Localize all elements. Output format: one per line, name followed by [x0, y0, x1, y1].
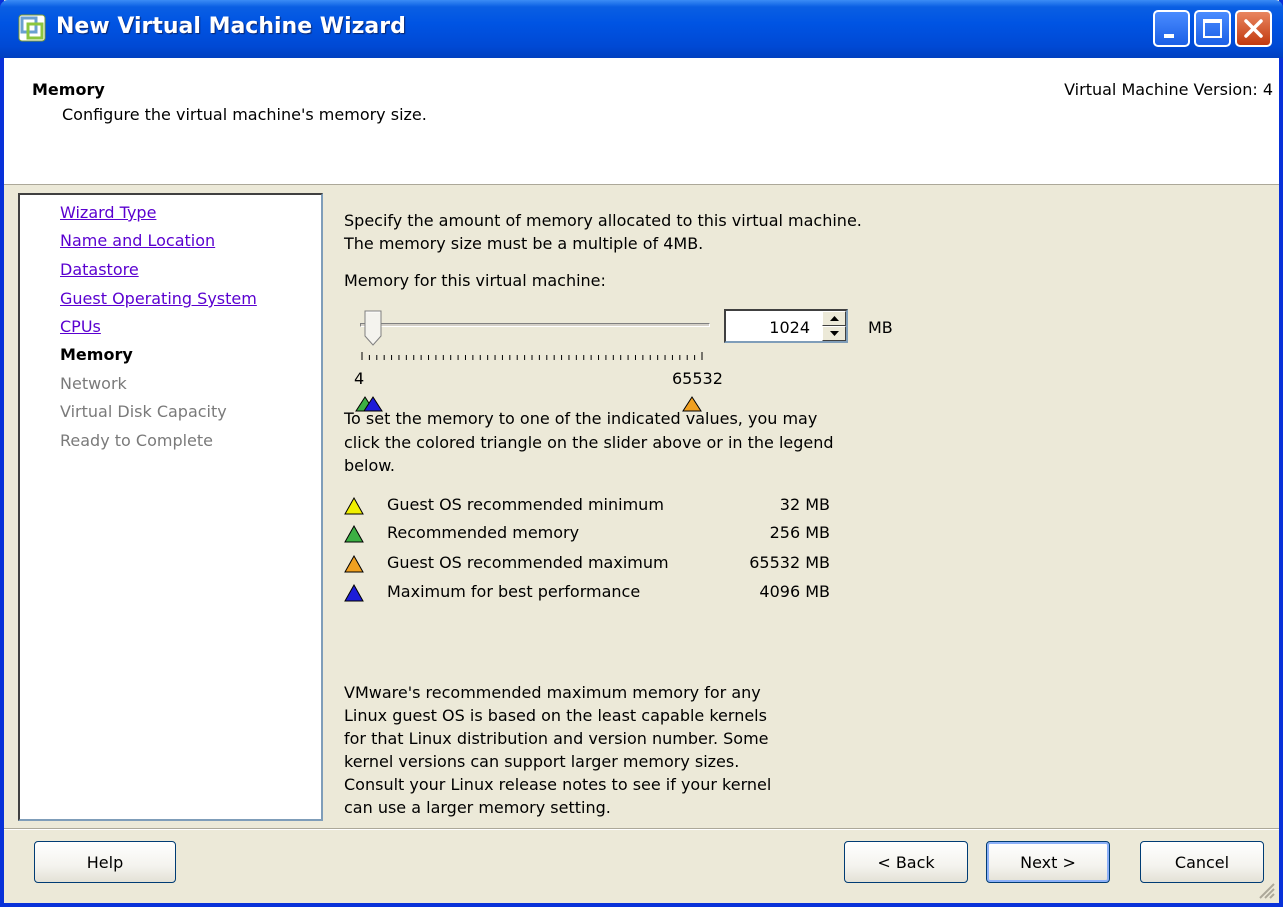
memory-size-spinbox[interactable]: 1024: [724, 309, 848, 343]
footer-separator: [4, 828, 1279, 830]
spin-down-button[interactable]: [822, 326, 846, 341]
close-icon: [1244, 19, 1263, 38]
spin-up-icon: [830, 316, 839, 321]
legend-row-recommended: Recommended memory 256 MB: [344, 523, 844, 547]
next-button[interactable]: Next >: [986, 841, 1110, 883]
window-title: New Virtual Machine Wizard: [56, 14, 406, 39]
back-button[interactable]: < Back: [844, 841, 968, 883]
note-line: Consult your Linux release notes to see …: [344, 775, 772, 794]
memory-unit-label: MB: [868, 318, 893, 337]
green-triangle-icon[interactable]: [344, 525, 364, 543]
legend-label: Guest OS recommended maximum: [387, 553, 669, 572]
note-line: VMware's recommended maximum memory for …: [344, 683, 761, 702]
step-datastore[interactable]: Datastore: [60, 260, 139, 279]
orange-triangle-icon[interactable]: [344, 555, 364, 573]
spin-up-button[interactable]: [822, 311, 846, 326]
note-line: can use a larger memory setting.: [344, 798, 611, 817]
step-network: Network: [60, 374, 127, 393]
legend-row-guest-os-max: Guest OS recommended maximum 65532 MB: [344, 553, 844, 577]
minimize-button[interactable]: [1153, 10, 1190, 47]
minimize-icon: [1164, 34, 1174, 38]
memory-slider-thumb[interactable]: [364, 310, 382, 346]
step-wizard-type[interactable]: Wizard Type: [60, 203, 156, 222]
slider-ticks: [361, 352, 703, 360]
step-virtual-disk-capacity: Virtual Disk Capacity: [60, 402, 227, 421]
hint-text-line1: To set the memory to one of the indicate…: [344, 409, 818, 428]
maximize-icon: [1203, 19, 1222, 38]
legend-value: 256 MB: [769, 523, 830, 542]
memory-size-input[interactable]: 1024: [769, 318, 810, 337]
spin-down-icon: [830, 331, 839, 336]
blue-triangle-icon[interactable]: [344, 584, 364, 602]
slider-min-label: 4: [354, 369, 365, 388]
hint-text-line2: click the colored triangle on the slider…: [344, 433, 834, 452]
page-title: Memory: [32, 80, 105, 99]
intro-text-line1: Specify the amount of memory allocated t…: [344, 211, 862, 230]
page-subtitle: Configure the virtual machine's memory s…: [62, 105, 427, 124]
cancel-button[interactable]: Cancel: [1140, 841, 1264, 883]
legend-label: Recommended memory: [387, 523, 580, 542]
legend-value: 4096 MB: [759, 582, 830, 601]
title-bar[interactable]: New Virtual Machine Wizard: [0, 0, 1283, 58]
step-name-and-location[interactable]: Name and Location: [60, 231, 215, 250]
resize-grip-icon[interactable]: [1255, 879, 1275, 899]
step-guest-operating-system[interactable]: Guest Operating System: [60, 289, 257, 308]
legend-row-guest-os-min: Guest OS recommended minimum 32 MB: [344, 495, 844, 519]
note-line: for that Linux distribution and version …: [344, 729, 769, 748]
close-button[interactable]: [1235, 10, 1272, 47]
slider-max-label: 65532: [672, 369, 723, 388]
step-cpus[interactable]: CPUs: [60, 317, 101, 336]
legend-value: 32 MB: [779, 495, 830, 514]
step-memory: Memory: [60, 345, 133, 364]
memory-slider-track[interactable]: [360, 323, 710, 327]
vmware-app-icon: [18, 14, 46, 42]
legend-label: Guest OS recommended minimum: [387, 495, 664, 514]
note-line: kernel versions can support larger memor…: [344, 752, 740, 771]
legend-row-max-best-performance: Maximum for best performance 4096 MB: [344, 582, 844, 606]
wizard-header: Memory Configure the virtual machine's m…: [4, 58, 1279, 185]
memory-label: Memory for this virtual machine:: [344, 271, 606, 290]
note-line: Linux guest OS is based on the least cap…: [344, 706, 767, 725]
wizard-steps-panel: Wizard Type Name and Location Datastore …: [18, 193, 323, 821]
intro-text-line2: The memory size must be a multiple of 4M…: [344, 234, 704, 253]
hint-text-line3: below.: [344, 456, 395, 475]
maximize-button[interactable]: [1194, 10, 1231, 47]
wizard-window: New Virtual Machine Wizard Memory Config…: [0, 0, 1283, 907]
help-button[interactable]: Help: [34, 841, 176, 883]
vm-version-label: Virtual Machine Version: 4: [1064, 80, 1273, 99]
yellow-triangle-icon[interactable]: [344, 497, 364, 515]
legend-label: Maximum for best performance: [387, 582, 641, 601]
legend-value: 65532 MB: [749, 553, 830, 572]
step-ready-to-complete: Ready to Complete: [60, 431, 214, 450]
